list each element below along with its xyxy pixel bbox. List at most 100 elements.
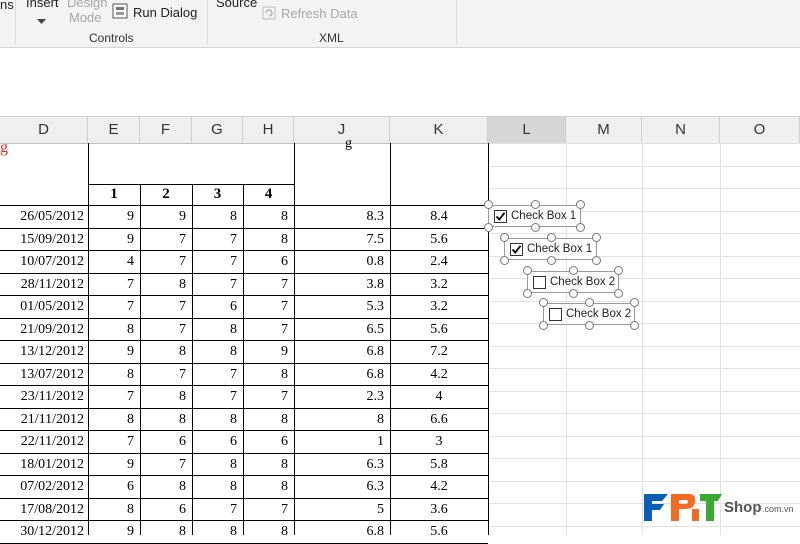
cell-score-e[interactable]: 8 xyxy=(94,409,134,431)
resize-handle[interactable] xyxy=(614,289,623,298)
design-mode-label[interactable]: Design xyxy=(67,0,107,10)
cell-score-h[interactable]: 9 xyxy=(248,341,288,363)
cell-value-k[interactable]: 2.4 xyxy=(390,251,488,273)
cell-score-h[interactable]: 7 xyxy=(248,296,288,318)
cell-value-k[interactable]: 3 xyxy=(390,431,488,453)
cell-value-k[interactable]: 3.2 xyxy=(390,274,488,296)
cell-score-f[interactable]: 8 xyxy=(146,409,186,431)
column-header-k[interactable]: K xyxy=(390,117,488,143)
cell-score-f[interactable]: 8 xyxy=(146,274,186,296)
cell-score-g[interactable]: 7 xyxy=(197,499,237,521)
cell-value-j[interactable]: 8 xyxy=(300,409,384,431)
cell-score-e[interactable]: 7 xyxy=(94,274,134,296)
cell-score-h[interactable]: 8 xyxy=(248,409,288,431)
resize-handle[interactable] xyxy=(576,200,585,209)
cell-score-h[interactable]: 7 xyxy=(248,386,288,408)
cell-value-k[interactable]: 4.2 xyxy=(390,364,488,386)
checkbox-checked-icon[interactable] xyxy=(510,243,523,256)
refresh-data-button[interactable]: Refresh Data xyxy=(281,6,358,21)
cell-value-k[interactable]: 5.6 xyxy=(390,229,488,251)
source-button[interactable]: Source xyxy=(216,0,257,10)
cell-score-g[interactable]: 8 xyxy=(197,476,237,498)
column-header-f[interactable]: F xyxy=(140,117,192,143)
resize-handle[interactable] xyxy=(500,233,509,242)
cell-date[interactable]: 13/12/2012 xyxy=(0,341,84,363)
cell-value-k[interactable]: 4 xyxy=(390,386,488,408)
cell-score-h[interactable]: 8 xyxy=(248,206,288,228)
cell-date[interactable]: 26/05/2012 xyxy=(0,206,84,228)
cell-score-h[interactable]: 8 xyxy=(248,364,288,386)
cell-score-e[interactable]: 4 xyxy=(94,251,134,273)
cell-score-f[interactable]: 6 xyxy=(146,499,186,521)
cell-value-k[interactable]: 6.6 xyxy=(390,409,488,431)
cell-date[interactable]: 21/09/2012 xyxy=(0,319,84,341)
cell-score-g[interactable]: 8 xyxy=(197,521,237,543)
resize-handle[interactable] xyxy=(592,233,601,242)
cell-score-e[interactable]: 9 xyxy=(94,521,134,543)
resize-handle[interactable] xyxy=(484,223,493,232)
cell-score-h[interactable]: 8 xyxy=(248,476,288,498)
cell-score-g[interactable]: 8 xyxy=(197,206,237,228)
cell-date[interactable]: 21/11/2012 xyxy=(0,409,84,431)
cell-score-f[interactable]: 7 xyxy=(146,296,186,318)
cell-score-f[interactable]: 7 xyxy=(146,251,186,273)
cell-value-j[interactable]: 6.3 xyxy=(300,454,385,476)
cell-score-f[interactable]: 8 xyxy=(146,476,186,498)
cell-score-g[interactable]: 8 xyxy=(197,341,237,363)
resize-handle[interactable] xyxy=(484,200,493,209)
cell-date[interactable]: 30/12/2012 xyxy=(0,521,84,543)
column-header-n[interactable]: N xyxy=(642,117,720,143)
cell-score-f[interactable]: 8 xyxy=(146,386,186,408)
resize-handle[interactable] xyxy=(523,266,532,275)
cell-score-e[interactable]: 6 xyxy=(94,476,134,498)
cell-value-j[interactable]: 6.5 xyxy=(300,319,385,341)
cell-date[interactable]: 17/08/2012 xyxy=(0,499,84,521)
cell-value-k[interactable]: 5.6 xyxy=(390,521,488,543)
cell-value-k[interactable]: 3.6 xyxy=(390,499,488,521)
checkbox-unchecked-icon[interactable] xyxy=(549,308,562,321)
cell-value-j[interactable]: 5.3 xyxy=(300,296,385,318)
cell-score-g[interactable]: 8 xyxy=(197,409,237,431)
cell-score-e[interactable]: 9 xyxy=(94,341,134,363)
resize-handle[interactable] xyxy=(531,200,540,209)
cell-score-g[interactable]: 8 xyxy=(197,454,237,476)
cell-score-f[interactable]: 7 xyxy=(146,364,186,386)
resize-handle[interactable] xyxy=(539,298,548,307)
resize-handle[interactable] xyxy=(576,223,585,232)
resize-handle[interactable] xyxy=(569,289,578,298)
cell-value-k[interactable]: 8.4 xyxy=(390,206,488,228)
cell-score-h[interactable]: 8 xyxy=(248,229,288,251)
cell-score-f[interactable]: 6 xyxy=(146,431,186,453)
cell-value-j[interactable]: 6.8 xyxy=(300,521,385,543)
cell-score-e[interactable]: 8 xyxy=(94,499,134,521)
cell-score-h[interactable]: 6 xyxy=(248,431,288,453)
column-header-o[interactable]: O xyxy=(720,117,800,143)
cell-value-k[interactable]: 5.8 xyxy=(390,454,488,476)
checkbox-unchecked-icon[interactable] xyxy=(533,276,546,289)
resize-handle[interactable] xyxy=(592,256,601,265)
column-header-j[interactable]: J xyxy=(294,117,390,143)
cell-value-j[interactable]: 6.3 xyxy=(300,476,385,498)
cell-score-f[interactable]: 7 xyxy=(146,319,186,341)
cell-date[interactable]: 23/11/2012 xyxy=(0,386,84,408)
cell-value-k[interactable]: 3.2 xyxy=(390,296,488,318)
run-dialog-button[interactable]: Run Dialog xyxy=(133,5,197,20)
cell-score-h[interactable]: 8 xyxy=(248,521,288,543)
resize-handle[interactable] xyxy=(547,256,556,265)
cell-value-j[interactable]: 2.3 xyxy=(300,386,385,408)
cell-date[interactable]: 28/11/2012 xyxy=(0,274,84,296)
cell-score-g[interactable]: 7 xyxy=(197,274,237,296)
cell-score-e[interactable]: 8 xyxy=(94,319,134,341)
resize-handle[interactable] xyxy=(585,298,594,307)
resize-handle[interactable] xyxy=(539,321,548,330)
worksheet-grid[interactable]: g g 1 2 3 4 26/05/2012 9 9 8 8 8.3 8.4 15/09/2012 9 7… xyxy=(0,136,800,544)
cell-score-e[interactable]: 7 xyxy=(94,431,134,453)
cell-score-e[interactable]: 9 xyxy=(94,229,134,251)
insert-control-button[interactable]: Insert xyxy=(26,0,59,10)
cell-score-e[interactable]: 7 xyxy=(94,386,134,408)
column-header-d[interactable]: D xyxy=(0,117,88,143)
cell-value-j[interactable]: 3.8 xyxy=(300,274,385,296)
ribbon-partial-label[interactable]: ns xyxy=(0,0,14,12)
cell-value-j[interactable]: 1 xyxy=(300,431,384,453)
cell-score-h[interactable]: 7 xyxy=(248,499,288,521)
